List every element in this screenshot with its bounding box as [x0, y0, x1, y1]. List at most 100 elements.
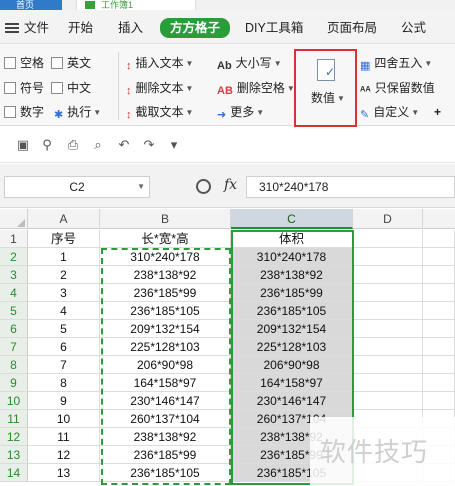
cell-serial[interactable]: 13 — [28, 464, 100, 482]
row-header[interactable]: 14 — [0, 464, 28, 482]
undo-icon[interactable]: ↶ — [117, 138, 131, 152]
empty-cell[interactable] — [423, 302, 455, 320]
cell-dimensions[interactable]: 236*185*105 — [100, 302, 231, 320]
format-painter-icon[interactable]: ⚲ — [40, 138, 54, 152]
empty-cell[interactable] — [353, 284, 423, 302]
menu-fangfang-gezi[interactable]: 方方格子 — [160, 18, 231, 38]
row-header[interactable]: 5 — [0, 302, 28, 320]
keep-value-button[interactable]: ᴬᴬ 只保留数值 — [360, 79, 435, 97]
empty-cell[interactable] — [423, 266, 455, 284]
row-header[interactable]: 8 — [0, 356, 28, 374]
empty-cell[interactable] — [353, 374, 423, 392]
extract-text-button[interactable]: ↕ 截取文本 ▼ — [126, 103, 193, 121]
cell-volume[interactable]: 206*90*98 — [231, 356, 353, 374]
empty-cell[interactable] — [353, 392, 423, 410]
menu-file[interactable]: 文件 — [24, 19, 49, 37]
row-header[interactable]: 11 — [0, 410, 28, 428]
row-header[interactable]: 9 — [0, 374, 28, 392]
column-header-c[interactable]: C — [231, 209, 353, 229]
cell-volume[interactable]: 236*185*105 — [231, 302, 353, 320]
print-preview-icon[interactable]: ⌕ — [91, 138, 105, 152]
empty-cell[interactable] — [353, 248, 423, 266]
document-tab[interactable]: 工作簿1 — [76, 0, 196, 10]
cell-serial[interactable]: 11 — [28, 428, 100, 446]
empty-cell[interactable] — [423, 338, 455, 356]
row-header[interactable]: 12 — [0, 428, 28, 446]
checkbox-symbol[interactable]: 符号 — [4, 79, 44, 97]
cell-serial[interactable]: 8 — [28, 374, 100, 392]
cell-volume[interactable]: 225*128*103 — [231, 338, 353, 356]
fx-icon[interactable]: fx — [224, 177, 237, 193]
checkbox-icon[interactable] — [4, 106, 16, 118]
cell-serial[interactable]: 10 — [28, 410, 100, 428]
header-cell-volume[interactable]: 体积 — [231, 230, 353, 248]
select-all-corner[interactable] — [0, 209, 28, 229]
cell-volume[interactable]: 209*132*154 — [231, 320, 353, 338]
cell-serial[interactable]: 1 — [28, 248, 100, 266]
menu-home[interactable]: 开始 — [68, 19, 93, 37]
column-header-a[interactable]: A — [28, 209, 100, 229]
add-icon[interactable]: + — [434, 103, 441, 121]
empty-cell[interactable] — [423, 248, 455, 266]
cell-volume[interactable]: 230*146*147 — [231, 392, 353, 410]
row-header[interactable]: 13 — [0, 446, 28, 464]
row-header[interactable]: 10 — [0, 392, 28, 410]
cell-dimensions[interactable]: 164*158*97 — [100, 374, 231, 392]
cell-volume[interactable]: 310*240*178 — [231, 248, 353, 266]
cell-dimensions[interactable]: 238*138*92 — [100, 428, 231, 446]
customize-toolbar-icon[interactable]: ▾ — [167, 138, 181, 152]
menu-formula[interactable]: 公式 — [401, 19, 426, 37]
cell-dimensions[interactable]: 238*138*92 — [100, 266, 231, 284]
redo-icon[interactable]: ↷ — [142, 138, 156, 152]
header-cell-serial[interactable]: 序号 — [28, 230, 100, 248]
empty-cell[interactable] — [423, 392, 455, 410]
cell-serial[interactable]: 3 — [28, 284, 100, 302]
menu-page-layout[interactable]: 页面布局 — [327, 19, 377, 37]
empty-cell[interactable] — [353, 338, 423, 356]
cell-serial[interactable]: 5 — [28, 320, 100, 338]
cell-serial[interactable]: 7 — [28, 356, 100, 374]
row-header[interactable]: 1 — [0, 230, 28, 248]
checkbox-icon[interactable] — [51, 57, 63, 69]
header-cell-dimensions[interactable]: 长*宽*高 — [100, 230, 231, 248]
menu-insert[interactable]: 插入 — [118, 19, 143, 37]
cell-volume[interactable]: 238*138*92 — [231, 266, 353, 284]
empty-cell[interactable] — [423, 284, 455, 302]
cell-dimensions[interactable]: 206*90*98 — [100, 356, 231, 374]
row-header[interactable]: 2 — [0, 248, 28, 266]
cell-serial[interactable]: 4 — [28, 302, 100, 320]
cell-dimensions[interactable]: 236*185*99 — [100, 446, 231, 464]
cell-dimensions[interactable]: 260*137*104 — [100, 410, 231, 428]
cell-serial[interactable]: 12 — [28, 446, 100, 464]
checkbox-english[interactable]: 英文 — [51, 54, 91, 72]
cell-serial[interactable]: 2 — [28, 266, 100, 284]
chevron-down-icon[interactable]: ▼ — [137, 177, 145, 197]
empty-cell[interactable] — [423, 356, 455, 374]
empty-cell[interactable] — [423, 230, 455, 248]
row-header[interactable]: 4 — [0, 284, 28, 302]
column-header-b[interactable]: B — [100, 209, 231, 229]
zoom-icon[interactable] — [196, 179, 211, 194]
empty-cell[interactable] — [353, 266, 423, 284]
cell-serial[interactable]: 9 — [28, 392, 100, 410]
execute-button[interactable]: ✱ 执行 ▼ — [54, 103, 101, 121]
empty-cell[interactable] — [353, 302, 423, 320]
home-tab[interactable]: 首页 — [0, 0, 62, 10]
name-box[interactable]: C2 ▼ — [4, 176, 150, 198]
cell-dimensions[interactable]: 310*240*178 — [100, 248, 231, 266]
checkbox-icon[interactable] — [51, 82, 63, 94]
checkbox-icon[interactable] — [4, 57, 16, 69]
cell-serial[interactable]: 6 — [28, 338, 100, 356]
empty-cell[interactable] — [353, 320, 423, 338]
column-header-d[interactable]: D — [353, 209, 423, 229]
cell-volume[interactable]: 164*158*97 — [231, 374, 353, 392]
checkbox-space[interactable]: 空格 — [4, 54, 44, 72]
save-icon[interactable]: ▣ — [16, 138, 30, 152]
custom-button[interactable]: ✎ 自定义 ▼ — [360, 103, 419, 121]
change-case-button[interactable]: Ab 大小写 ▼ — [217, 54, 282, 72]
row-header[interactable]: 7 — [0, 338, 28, 356]
checkbox-number[interactable]: 数字 — [4, 103, 44, 121]
more-button[interactable]: ➜ 更多 ▼ — [217, 103, 264, 121]
checkbox-chinese[interactable]: 中文 — [51, 79, 91, 97]
checkbox-icon[interactable] — [4, 82, 16, 94]
